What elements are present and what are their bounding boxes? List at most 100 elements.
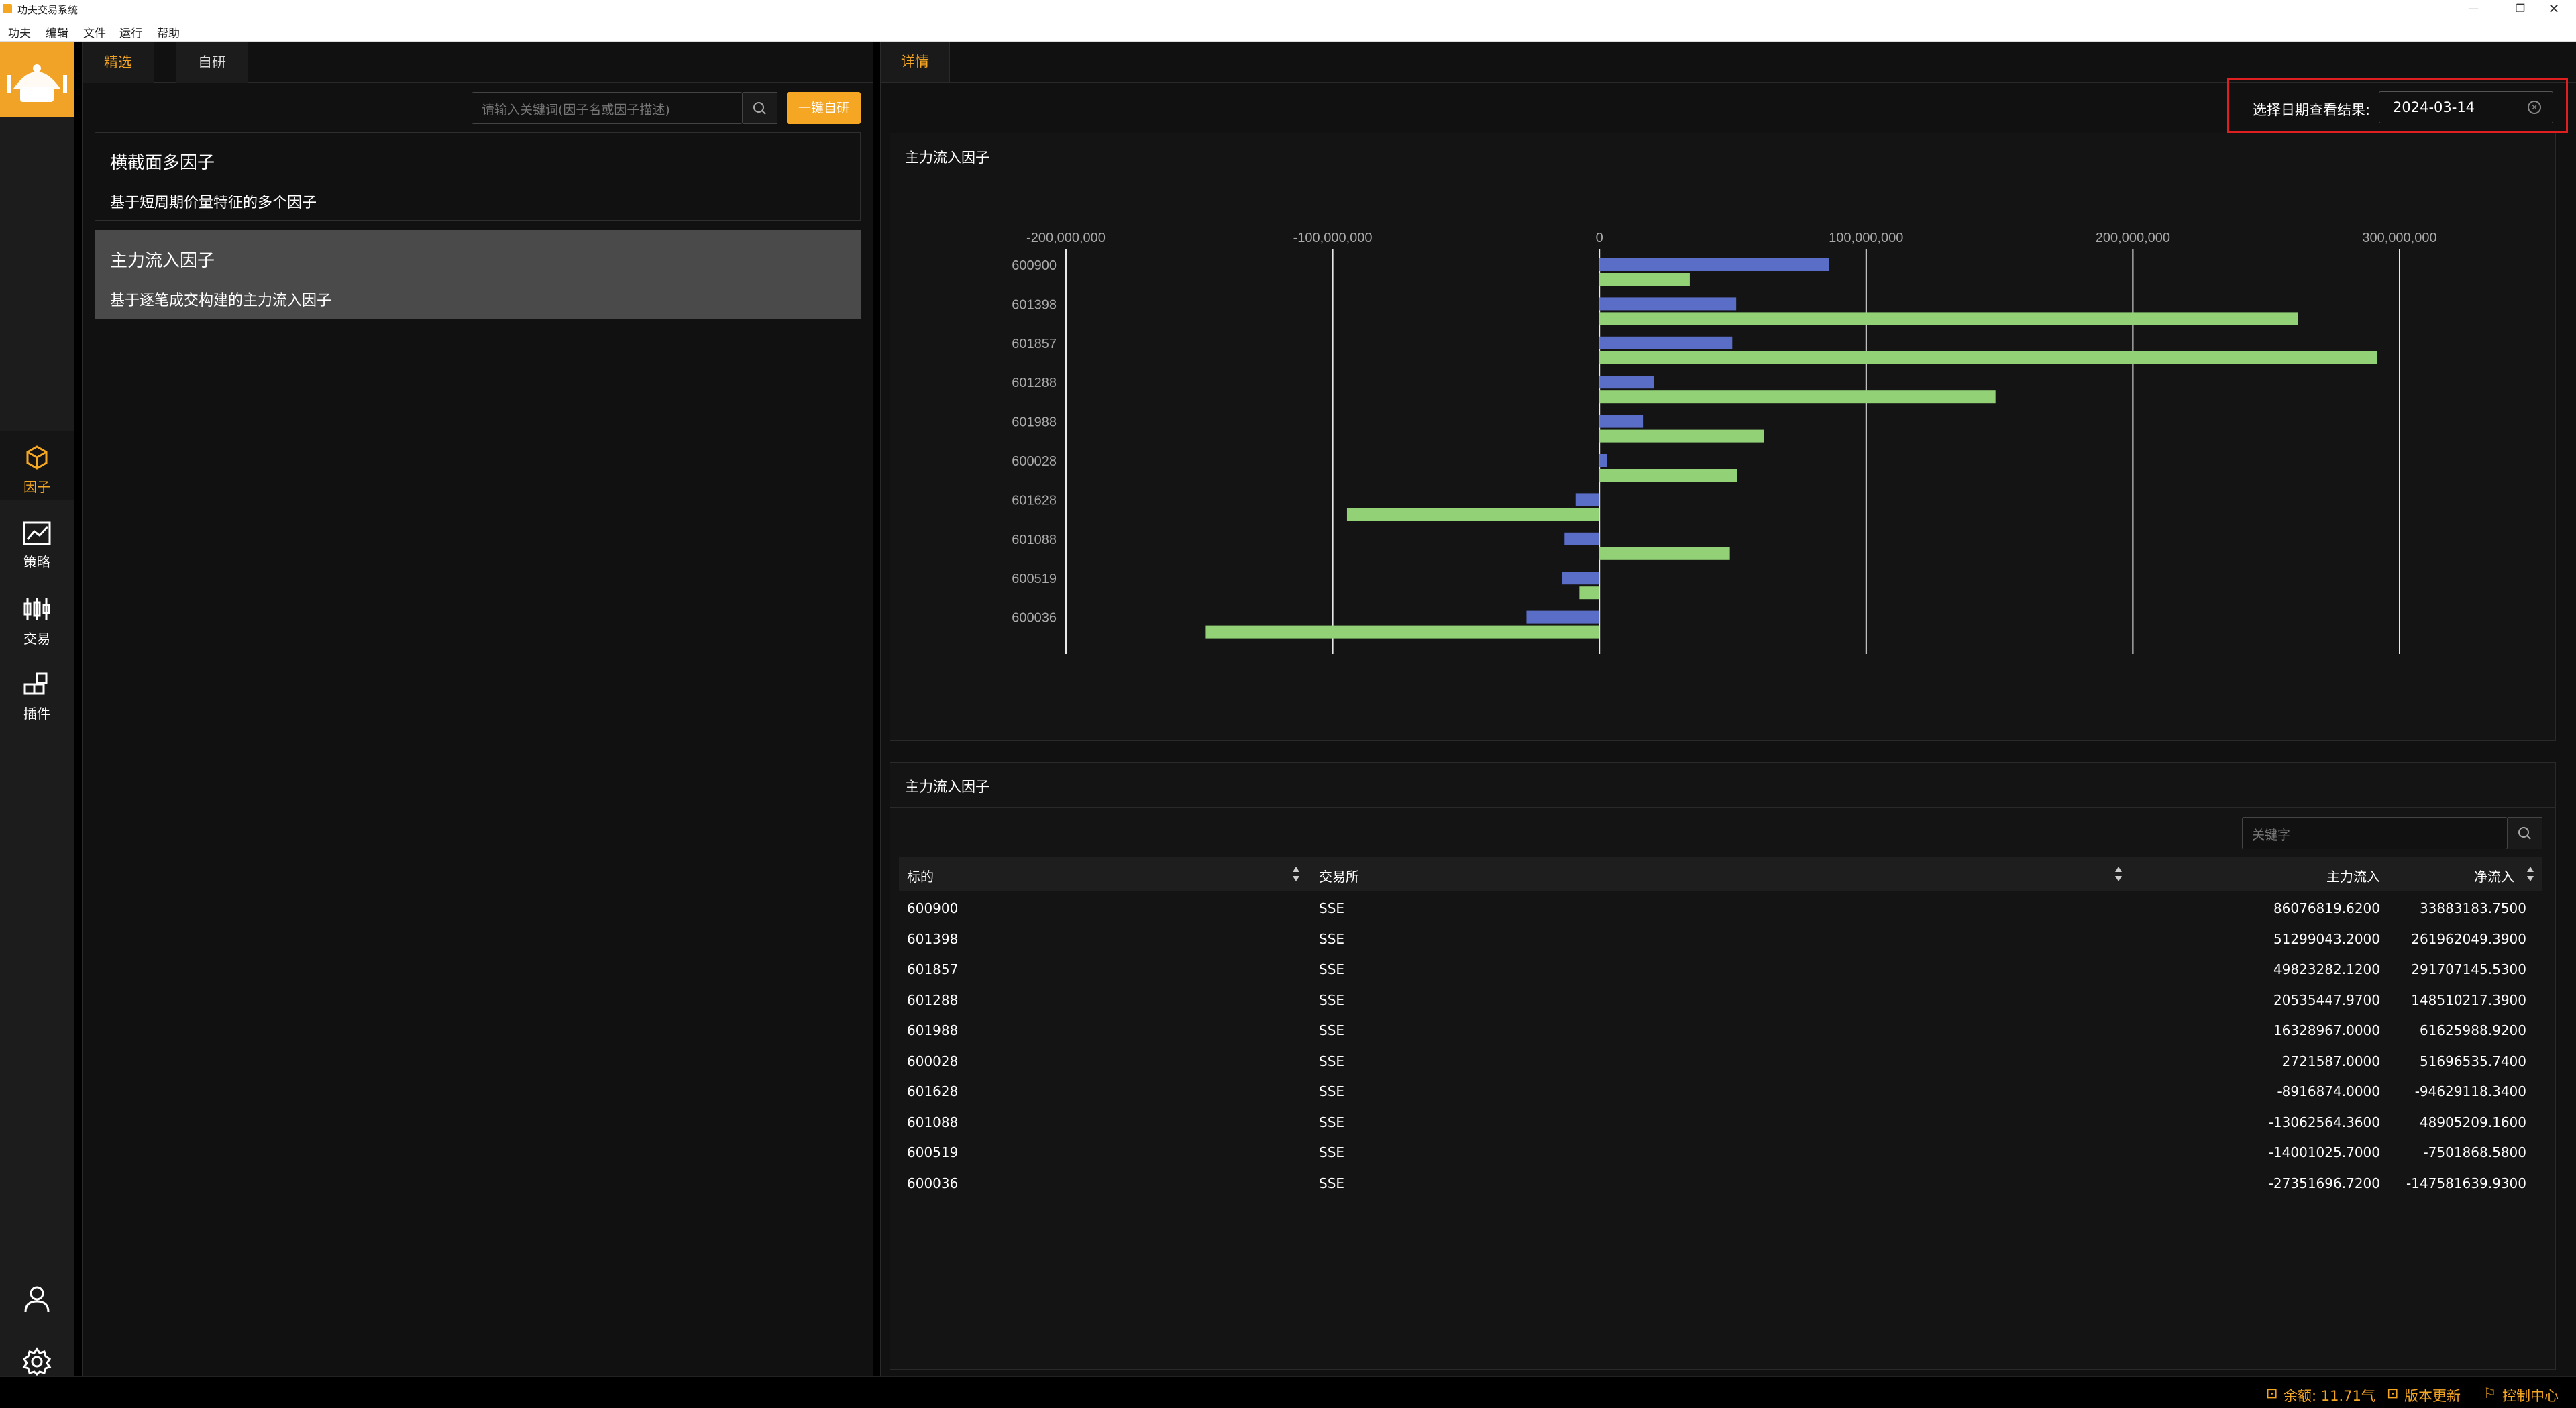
balance-text[interactable]: 余额: 11.71气 bbox=[2284, 1385, 2375, 1405]
table-search-input[interactable]: 关键字 bbox=[2242, 817, 2508, 849]
cell-exchange: SSE bbox=[1319, 1052, 1345, 1069]
app-logo bbox=[0, 42, 74, 117]
factor-desc: 基于逐笔成交构建的主力流入因子 bbox=[110, 292, 332, 309]
y-tick-label: 600028 bbox=[1012, 454, 1057, 469]
bar-net-inflow bbox=[1599, 351, 2378, 364]
table-row[interactable]: 600036 SSE -27351696.7200 -147581639.9300 bbox=[899, 1167, 2542, 1198]
bar-main-inflow bbox=[1599, 376, 1654, 389]
factor-name: 横截面多因子 bbox=[110, 153, 215, 173]
cell-symbol: 601288 bbox=[907, 991, 959, 1008]
cell-exchange: SSE bbox=[1319, 991, 1345, 1008]
candlestick-icon bbox=[23, 598, 50, 620]
cell-exchange: SSE bbox=[1319, 1175, 1345, 1191]
date-picker-input[interactable]: 2024-03-14 bbox=[2379, 91, 2553, 123]
bar-net-inflow bbox=[1579, 586, 1600, 600]
user-icon bbox=[24, 1286, 50, 1313]
table-card-title: 主力流入因子 bbox=[905, 779, 989, 795]
control-icon: ⚐ bbox=[2483, 1385, 2496, 1401]
bar-net-inflow bbox=[1346, 508, 1600, 521]
cell-net-inflow: 148510217.3900 bbox=[2411, 991, 2526, 1008]
x-tick-label: -200,000,000 bbox=[1026, 231, 1106, 246]
status-bar: ⊡ 余额: 11.71气 ⊡ 版本更新 ⚐ 控制中心 bbox=[0, 1376, 2576, 1408]
sort-icon[interactable] bbox=[2526, 865, 2534, 883]
col-symbol[interactable]: 标的 bbox=[907, 866, 934, 885]
menu-bar: 功夫 编辑 文件 运行 帮助 bbox=[0, 17, 2576, 42]
cell-exchange: SSE bbox=[1319, 961, 1345, 977]
minimize-button[interactable]: — bbox=[2450, 0, 2497, 17]
table-row[interactable]: 601088 SSE -13062564.3600 48905209.1600 bbox=[899, 1106, 2542, 1137]
cell-net-inflow: -147581639.9300 bbox=[2406, 1175, 2526, 1191]
y-tick-label: 601857 bbox=[1012, 337, 1057, 351]
table-header: 标的 交易所 主力流入 净流入 bbox=[899, 857, 2542, 891]
cell-symbol: 600036 bbox=[907, 1175, 959, 1191]
bar-main-inflow bbox=[1599, 454, 1607, 467]
menu-kungfu[interactable]: 功夫 bbox=[8, 23, 31, 40]
table-row[interactable]: 601398 SSE 51299043.2000 261962049.3900 bbox=[899, 923, 2542, 954]
bar-net-inflow bbox=[1599, 547, 1730, 560]
factor-tabs: 精选 自研 bbox=[83, 42, 873, 83]
tab-detail[interactable]: 详情 bbox=[881, 42, 950, 82]
cell-net-inflow: -94629118.3400 bbox=[2414, 1083, 2526, 1099]
line-chart-icon bbox=[23, 521, 51, 545]
menu-help[interactable]: 帮助 bbox=[157, 23, 180, 40]
factor-card-selected[interactable]: 主力流入因子 基于逐笔成交构建的主力流入因子 bbox=[95, 230, 861, 319]
y-tick-label: 601988 bbox=[1012, 415, 1057, 430]
sort-icon[interactable] bbox=[2114, 865, 2123, 883]
cell-net-inflow: 33883183.7500 bbox=[2419, 900, 2526, 916]
table-row[interactable]: 600519 SSE -14001025.7000 -7501868.5800 bbox=[899, 1136, 2542, 1167]
cell-symbol: 600519 bbox=[907, 1144, 959, 1160]
menu-edit[interactable]: 编辑 bbox=[46, 23, 68, 40]
blocks-icon bbox=[23, 672, 48, 695]
tab-self-research[interactable]: 自研 bbox=[176, 42, 248, 83]
table-row[interactable]: 601988 SSE 16328967.0000 61625988.9200 bbox=[899, 1014, 2542, 1045]
clear-date-icon[interactable]: ✕ bbox=[2528, 101, 2541, 114]
sort-icon[interactable] bbox=[1292, 865, 1300, 883]
y-tick-label: 601628 bbox=[1012, 493, 1057, 508]
app-icon bbox=[3, 4, 12, 13]
factor-search-button[interactable] bbox=[743, 92, 777, 124]
rail-item-factor[interactable]: 因子 bbox=[0, 431, 74, 500]
search-icon bbox=[753, 102, 766, 115]
cell-net-inflow: 51696535.7400 bbox=[2419, 1052, 2526, 1069]
factor-list-panel: 精选 自研 请输入关键词(因子名或因子描述) 一键自研 横截面多因子 基于短周期… bbox=[82, 42, 873, 1376]
cell-symbol: 601857 bbox=[907, 961, 959, 977]
control-center-link[interactable]: 控制中心 bbox=[2502, 1385, 2559, 1405]
chart-card-title: 主力流入因子 bbox=[905, 150, 989, 166]
user-button[interactable] bbox=[0, 1269, 74, 1330]
one-click-research-button[interactable]: 一键自研 bbox=[787, 92, 861, 124]
bar-net-inflow bbox=[1599, 429, 1764, 443]
table-row[interactable]: 601288 SSE 20535447.9700 148510217.3900 bbox=[899, 984, 2542, 1015]
menu-run[interactable]: 运行 bbox=[119, 23, 142, 40]
y-tick-label: 600036 bbox=[1012, 611, 1057, 626]
col-net-inflow[interactable]: 净流入 bbox=[2187, 866, 2514, 885]
rail-item-trade[interactable]: 交易 bbox=[0, 582, 74, 652]
table-row[interactable]: 600028 SSE 2721587.0000 51696535.7400 bbox=[899, 1045, 2542, 1076]
cube-icon bbox=[26, 445, 48, 470]
y-tick-label: 601288 bbox=[1012, 376, 1057, 390]
table-row[interactable]: 601857 SSE 49823282.1200 291707145.5300 bbox=[899, 953, 2542, 984]
bar-main-inflow bbox=[1599, 297, 1737, 311]
x-tick-label: 0 bbox=[1596, 231, 1603, 246]
factor-bar-chart: -200,000,000 -100,000,000 0 100,000,000 200,… bbox=[1012, 231, 2437, 654]
tab-featured[interactable]: 精选 bbox=[83, 42, 154, 83]
rail-item-strategy[interactable]: 策略 bbox=[0, 507, 74, 577]
bar-net-inflow bbox=[1599, 273, 1690, 286]
factor-search-input[interactable]: 请输入关键词(因子名或因子描述) bbox=[472, 92, 743, 124]
close-button[interactable]: ✕ bbox=[2530, 0, 2576, 17]
bar-main-inflow bbox=[1599, 336, 1733, 349]
table-search-button[interactable] bbox=[2508, 817, 2542, 849]
window-title: 功夫交易系统 bbox=[17, 4, 78, 16]
cell-symbol: 601398 bbox=[907, 930, 959, 947]
bar-main-inflow bbox=[1599, 258, 1829, 271]
rail-item-plugin[interactable]: 插件 bbox=[0, 657, 74, 727]
update-link[interactable]: 版本更新 bbox=[2404, 1385, 2461, 1405]
x-tick-label: 100,000,000 bbox=[1829, 231, 1903, 246]
chart-card: 主力流入因子 -200,000,000 -100,000,000 0 100,000,… bbox=[890, 133, 2556, 741]
table-row[interactable]: 601628 SSE -8916874.0000 -94629118.3400 bbox=[899, 1075, 2542, 1106]
rail-label-strategy: 策略 bbox=[23, 554, 50, 570]
factor-card[interactable]: 横截面多因子 基于短周期价量特征的多个因子 bbox=[95, 132, 861, 221]
menu-file[interactable]: 文件 bbox=[83, 23, 106, 40]
table-row[interactable]: 600900 SSE 86076819.6200 33883183.7500 bbox=[899, 892, 2542, 923]
col-exchange[interactable]: 交易所 bbox=[1319, 866, 1359, 885]
card-divider bbox=[890, 807, 2555, 808]
